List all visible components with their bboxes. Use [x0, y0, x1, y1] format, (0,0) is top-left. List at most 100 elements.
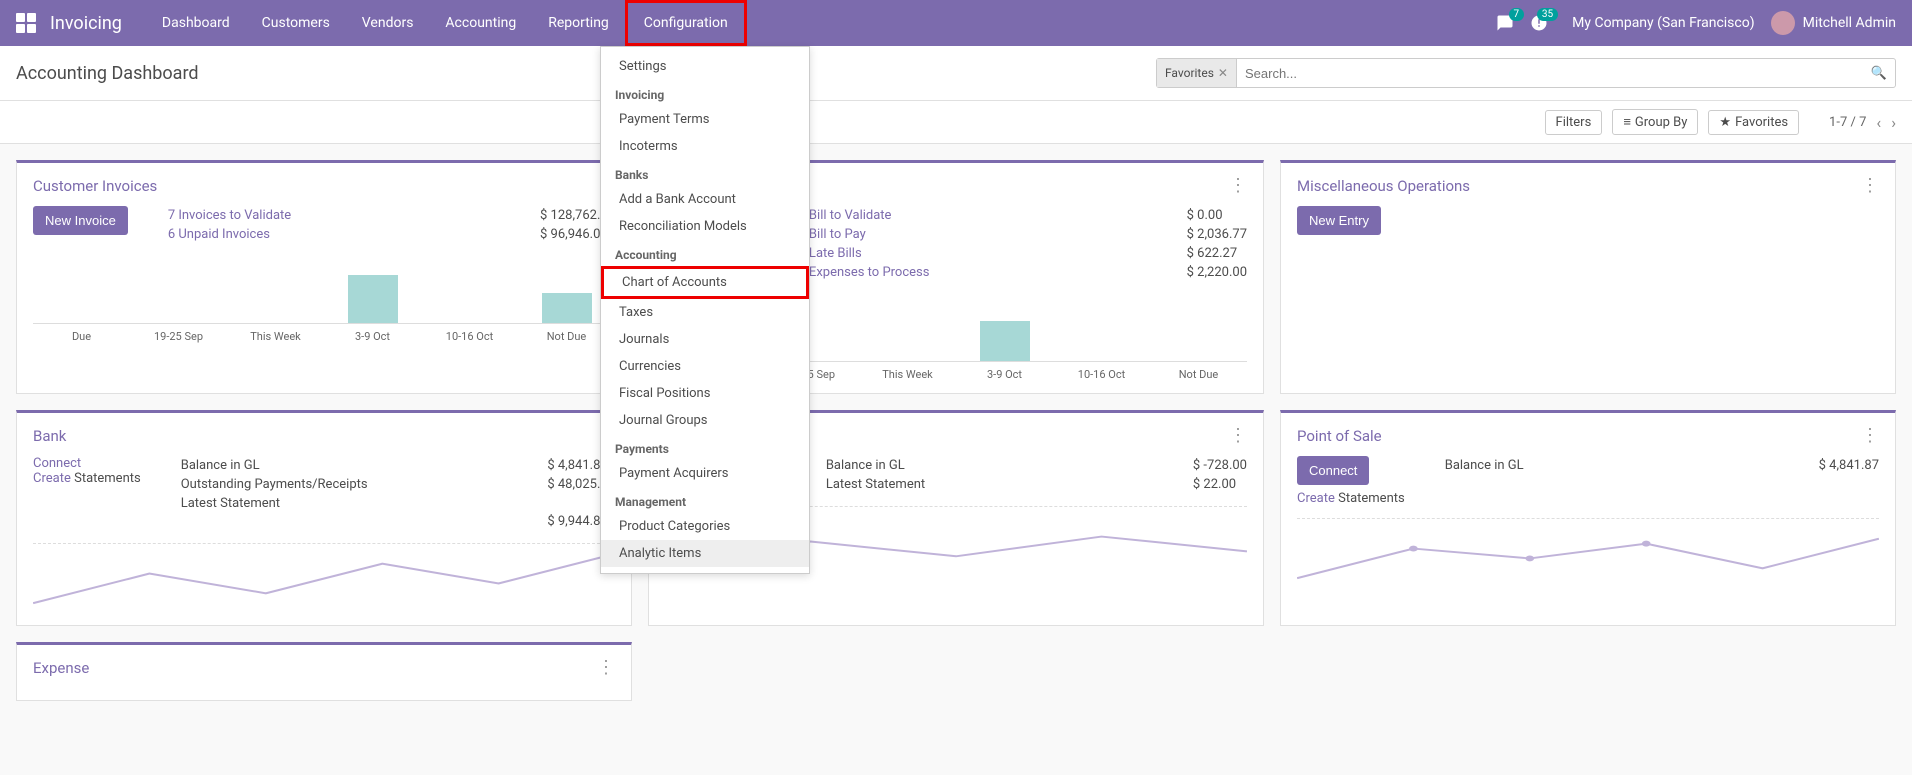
- card-menu-icon[interactable]: ⋮: [1229, 425, 1247, 446]
- bank-connect-link[interactable]: Connect: [33, 456, 81, 471]
- chart-label: Not Due: [1150, 368, 1247, 381]
- avatar: [1771, 11, 1795, 35]
- unpaid-invoices-amount: $ 96,946.04: [540, 227, 608, 242]
- page-title: Accounting Dashboard: [16, 63, 199, 84]
- search-input[interactable]: [1237, 66, 1863, 81]
- filters-label: Filters: [1556, 115, 1592, 130]
- dd-header-accounting: Accounting: [601, 240, 809, 266]
- bank-create-link[interactable]: Create: [33, 471, 71, 486]
- main-navbar: Invoicing Dashboard Customers Vendors Ac…: [0, 0, 1912, 46]
- chart-label: 10-16 Oct: [1053, 368, 1150, 381]
- bank-latest-amount: $ 9,944.87: [547, 514, 607, 529]
- card-menu-icon[interactable]: ⋮: [597, 657, 615, 678]
- search-chip-favorites[interactable]: Favorites ✕: [1157, 59, 1237, 87]
- nav-reporting[interactable]: Reporting: [532, 0, 625, 46]
- dd-payment-acquirers[interactable]: Payment Acquirers: [601, 460, 809, 487]
- dd-reconciliation[interactable]: Reconciliation Models: [601, 213, 809, 240]
- pos-balance-label: Balance in GL: [1445, 458, 1524, 473]
- dd-product-categories[interactable]: Product Categories: [601, 513, 809, 540]
- pos-connect-button[interactable]: Connect: [1297, 456, 1369, 485]
- expenses-to-process-link[interactable]: 1 Expenses to Process: [798, 265, 929, 280]
- pager-prev-icon[interactable]: ‹: [1876, 113, 1881, 132]
- dd-analytic-items[interactable]: Analytic Items: [601, 540, 809, 567]
- chart-label: This Week: [227, 330, 324, 343]
- dd-currencies[interactable]: Currencies: [601, 353, 809, 380]
- card-title-text: Expense: [33, 659, 89, 677]
- company-selector[interactable]: My Company (San Francisco): [1572, 15, 1754, 31]
- search-icon[interactable]: 🔍: [1863, 66, 1895, 81]
- dd-journals[interactable]: Journals: [601, 326, 809, 353]
- bank-outstanding-label: Outstanding Payments/Receipts: [181, 477, 368, 492]
- chart-label: 19-25 Sep: [130, 330, 227, 343]
- dd-fiscal-positions[interactable]: Fiscal Positions: [601, 380, 809, 407]
- pager-text: 1-7 / 7: [1829, 115, 1866, 130]
- dd-header-banks: Banks: [601, 160, 809, 186]
- bill-to-pay-amount: $ 2,036.77: [1187, 227, 1247, 242]
- dd-taxes[interactable]: Taxes: [601, 299, 809, 326]
- nav-accounting[interactable]: Accounting: [429, 0, 532, 46]
- nav-customers[interactable]: Customers: [246, 0, 346, 46]
- unpaid-invoices-link[interactable]: 6 Unpaid Invoices: [168, 227, 270, 242]
- favorites-button[interactable]: ★ Favorites: [1708, 110, 1799, 135]
- card-menu-icon[interactable]: ⋮: [1861, 425, 1879, 446]
- dd-payment-terms[interactable]: Payment Terms: [601, 106, 809, 133]
- card-title-text: Miscellaneous Operations: [1297, 177, 1470, 195]
- nav-vendors[interactable]: Vendors: [346, 0, 430, 46]
- groupby-button[interactable]: ≡ Group By: [1612, 109, 1698, 135]
- invoices-to-validate-link[interactable]: 7 Invoices to Validate: [168, 208, 291, 223]
- search-box[interactable]: Favorites ✕ 🔍: [1156, 58, 1896, 88]
- new-invoice-button[interactable]: New Invoice: [33, 206, 128, 235]
- card-customer-invoices: Customer Invoices ⋮ New Invoice 7 Invoic…: [16, 160, 632, 394]
- chart-label: Due: [33, 330, 130, 343]
- cash-latest-amount: $ 22.00: [1193, 477, 1236, 492]
- bank-balance-amount: $ 4,841.87: [547, 458, 607, 473]
- remove-chip-icon[interactable]: ✕: [1218, 66, 1228, 80]
- dd-add-bank[interactable]: Add a Bank Account: [601, 186, 809, 213]
- dd-header-invoicing: Invoicing: [601, 80, 809, 106]
- dd-chart-of-accounts[interactable]: Chart of Accounts: [601, 266, 809, 299]
- user-menu[interactable]: Mitchell Admin: [1771, 11, 1896, 35]
- chat-icon[interactable]: 7: [1496, 14, 1514, 32]
- bank-latest-label: Latest Statement: [181, 496, 280, 511]
- new-entry-button[interactable]: New Entry: [1297, 206, 1381, 235]
- card-menu-icon[interactable]: ⋮: [1861, 175, 1879, 196]
- dd-settings[interactable]: Settings: [601, 53, 809, 80]
- dd-journal-groups[interactable]: Journal Groups: [601, 407, 809, 434]
- chart-label: This Week: [859, 368, 956, 381]
- bill-to-validate-link[interactable]: 1 Bill to Validate: [798, 208, 891, 223]
- bank-line-chart: [33, 543, 615, 613]
- pager: 1-7 / 7 ‹ ›: [1829, 113, 1896, 132]
- filters-button[interactable]: Filters: [1545, 110, 1603, 135]
- card-title-text: Bank: [33, 427, 66, 445]
- cash-balance-label: Balance in GL: [826, 458, 905, 473]
- dd-header-payments: Payments: [601, 434, 809, 460]
- dashboard-grid: Customer Invoices ⋮ New Invoice 7 Invoic…: [0, 144, 1912, 717]
- chart-label: 10-16 Oct: [421, 330, 518, 343]
- bank-balance-label: Balance in GL: [181, 458, 260, 473]
- configuration-dropdown: Settings Invoicing Payment Terms Incoter…: [600, 46, 810, 574]
- brand-title: Invoicing: [50, 13, 122, 34]
- pos-create-link[interactable]: Create: [1297, 491, 1335, 506]
- pager-next-icon[interactable]: ›: [1891, 113, 1896, 132]
- expenses-to-process-amount: $ 2,220.00: [1187, 265, 1247, 280]
- late-bills-amount: $ 622.27: [1187, 246, 1238, 261]
- subheader: Accounting Dashboard Favorites ✕ 🔍: [0, 46, 1912, 101]
- apps-icon[interactable]: [16, 13, 36, 33]
- card-menu-icon[interactable]: ⋮: [1229, 175, 1247, 196]
- customer-invoices-chart-labels: Due 19-25 Sep This Week 3-9 Oct 10-16 Oc…: [33, 330, 615, 343]
- card-title-text: Customer Invoices: [33, 177, 157, 195]
- cash-balance-amount: $ -728.00: [1193, 458, 1247, 473]
- customer-invoices-chart: [33, 264, 615, 324]
- bank-statements-word: Statements: [74, 471, 141, 486]
- pos-statements-word: Statements: [1338, 491, 1405, 506]
- activity-icon[interactable]: 35: [1530, 14, 1548, 32]
- nav-configuration[interactable]: Configuration: [625, 0, 747, 46]
- cash-latest-label: Latest Statement: [826, 477, 925, 492]
- toolbar-row: Filters ≡ Group By ★ Favorites 1-7 / 7 ‹…: [0, 101, 1912, 144]
- favorites-label: Favorites: [1735, 115, 1788, 130]
- bill-to-validate-amount: $ 0.00: [1187, 208, 1223, 223]
- card-bank: Bank ⋮ Connect Create Statements Balance…: [16, 410, 632, 626]
- nav-dashboard[interactable]: Dashboard: [146, 0, 246, 46]
- dd-incoterms[interactable]: Incoterms: [601, 133, 809, 160]
- activity-badge: 35: [1537, 8, 1558, 21]
